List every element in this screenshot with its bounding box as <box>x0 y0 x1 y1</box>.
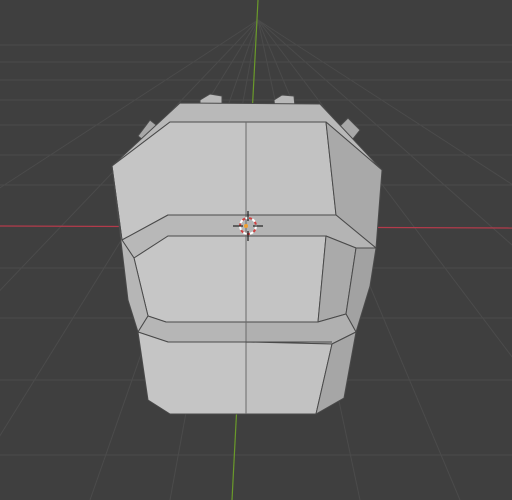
front-upper-right <box>245 121 337 216</box>
middle-panel-left <box>133 235 247 323</box>
3d-viewport[interactable] <box>0 0 512 500</box>
middle-panel-right <box>245 235 327 323</box>
mesh-object[interactable] <box>111 93 383 415</box>
object-origin-icon <box>244 224 248 228</box>
viewport-canvas[interactable] <box>0 0 512 500</box>
front-lower-left <box>137 331 247 415</box>
